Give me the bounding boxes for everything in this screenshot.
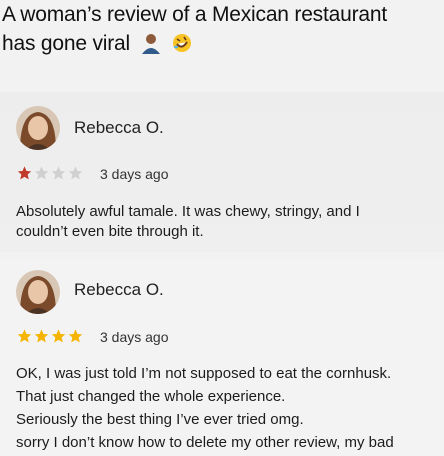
review-text-line: couldn’t even bite through it. xyxy=(16,223,204,240)
review-timestamp: 3 days ago xyxy=(100,166,169,182)
review-card: Rebecca O. 3 days ago Absolutely awful t… xyxy=(0,92,444,252)
star-empty-icon xyxy=(68,166,83,180)
review-text-line: OK, I was just told I’m not supposed to … xyxy=(16,365,392,382)
avatar xyxy=(16,270,60,314)
review-text: OK, I was just told I’m not supposed to … xyxy=(16,362,444,454)
star-filled-icon xyxy=(51,329,66,343)
review-card: Rebecca O. 3 days ago OK, I was just tol… xyxy=(0,258,444,456)
headline-line2-wrap: has gone viral xyxy=(2,29,444,62)
review-text-line: Absolutely awful tamale. It was chewy, s… xyxy=(16,203,360,220)
headline-line2: has gone viral xyxy=(2,32,130,55)
star-filled-icon xyxy=(68,329,83,343)
star-filled-icon xyxy=(17,329,32,343)
reviewer-name[interactable]: Rebecca O. xyxy=(74,118,164,138)
star-empty-icon xyxy=(51,166,66,180)
review-text-line: That just changed the whole experience. xyxy=(16,388,286,405)
star-empty-icon xyxy=(34,166,49,180)
review-text-line: sorry I don’t know how to delete my othe… xyxy=(16,434,394,451)
headline: A woman’s review of a Mexican restaurant… xyxy=(2,0,444,62)
headline-line1: A woman’s review of a Mexican restaurant xyxy=(2,3,387,26)
review-timestamp: 3 days ago xyxy=(100,329,169,345)
reviewer-name[interactable]: Rebecca O. xyxy=(74,280,164,300)
star-rating xyxy=(16,328,84,344)
avatar xyxy=(16,106,60,150)
star-rating xyxy=(16,165,84,181)
star-filled-icon xyxy=(34,329,49,343)
review-text: Absolutely awful tamale. It was chewy, s… xyxy=(16,202,444,242)
star-filled-icon xyxy=(17,166,32,180)
person-emoji-icon xyxy=(140,32,162,62)
review-text-line: Seriously the best thing I’ve ever tried… xyxy=(16,411,304,428)
rofl-emoji-icon xyxy=(171,32,193,62)
